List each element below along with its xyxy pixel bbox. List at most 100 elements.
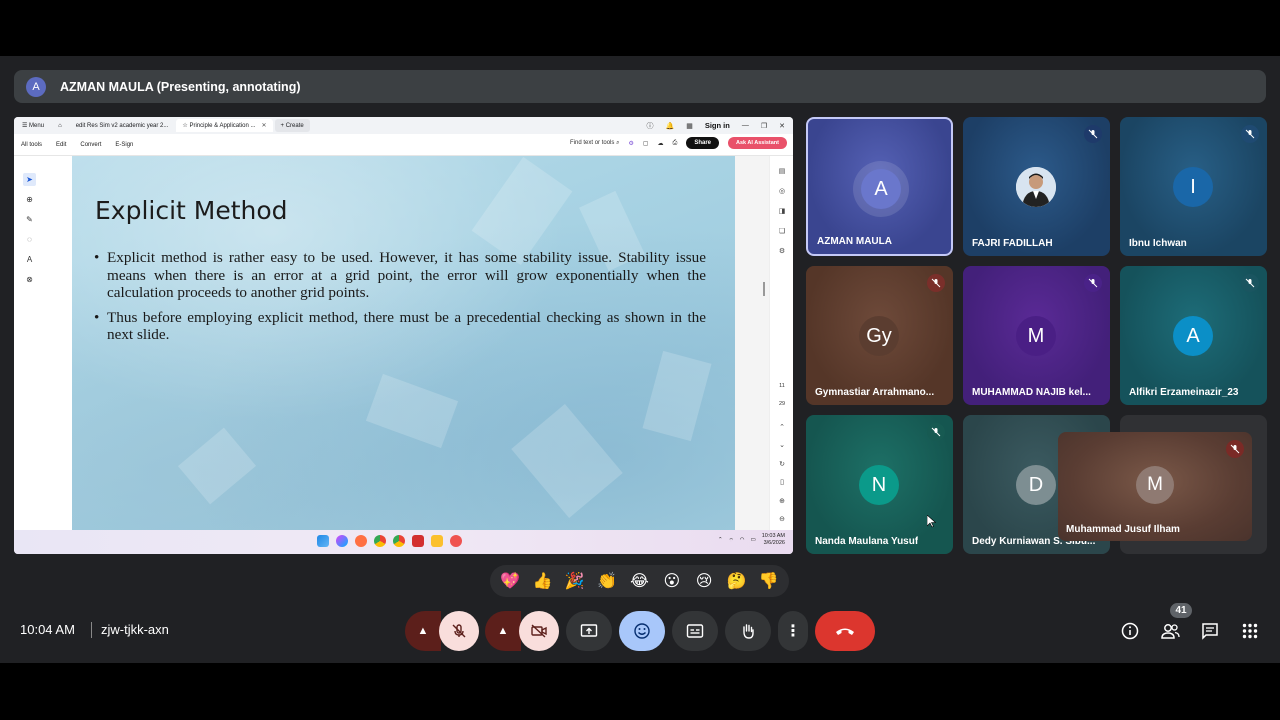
zoom-out-icon[interactable]: ⊖ <box>776 513 788 525</box>
text-box-icon[interactable]: A <box>23 253 36 266</box>
acrobat-icon[interactable] <box>412 535 424 547</box>
apps-icon[interactable]: ▦ <box>686 122 693 130</box>
ai-tools-icon[interactable]: ⚙ <box>628 140 633 147</box>
reaction-surprised[interactable]: 😮 <box>658 571 686 591</box>
print-icon[interactable]: ⎙ <box>673 140 678 147</box>
chevron-up-icon: ▲ <box>417 625 429 637</box>
meeting-time: 10:04 AM <box>20 622 75 637</box>
participant-tile[interactable]: I Ibnu Ichwan <box>1120 117 1267 256</box>
browser-tab-edit-res-sim[interactable]: edit Res Sim v2 academic year 2... <box>70 119 175 132</box>
help-icon[interactable]: ⓘ <box>647 121 654 131</box>
activities-button[interactable] <box>1238 619 1262 643</box>
mic-toggle-button[interactable] <box>439 611 479 651</box>
app-icon[interactable] <box>355 535 367 547</box>
video-options-button[interactable]: ▲ <box>485 611 521 651</box>
meeting-details-button[interactable] <box>1118 619 1142 643</box>
participant-name: Gymnastiar Arrahmano... <box>815 387 935 398</box>
present-icon <box>580 624 598 637</box>
sign-in-link[interactable]: Sign in <box>705 121 730 130</box>
participant-tile[interactable]: N Nanda Maulana Yusuf <box>806 415 953 554</box>
present-screen-button[interactable] <box>566 611 612 651</box>
upload-icon[interactable]: ☁ <box>658 140 664 147</box>
menu-edit[interactable]: Edit <box>56 142 66 148</box>
reaction-heart[interactable]: 💖 <box>496 571 524 591</box>
browser-tab-principle[interactable]: ☆ Principle & Application ... ✕ <box>176 119 273 132</box>
share-button[interactable]: Share <box>686 137 719 149</box>
close-tab-icon[interactable]: ✕ <box>262 122 267 129</box>
mic-off-icon <box>1084 274 1102 292</box>
stamp-icon[interactable]: ⊗ <box>23 273 36 286</box>
save-icon[interactable]: ▢ <box>643 140 649 147</box>
compass-icon[interactable]: ◎ <box>776 185 788 197</box>
close-window-icon[interactable]: ✕ <box>779 122 785 130</box>
scrollbar-thumb[interactable] <box>763 282 765 296</box>
menu-all-tools[interactable]: All tools <box>21 142 42 148</box>
camera-off-icon <box>531 624 547 638</box>
ask-ai-button[interactable]: Ask AI Assistant <box>728 137 787 149</box>
chevron-up-icon[interactable]: ⌃ <box>718 537 723 543</box>
browser-tab-strip: ☰ Menu ⌂ edit Res Sim v2 academic year 2… <box>14 117 793 134</box>
captions-button[interactable] <box>672 611 718 651</box>
menu-esign[interactable]: E-Sign <box>115 142 133 148</box>
divider <box>91 622 92 638</box>
chevron-up-icon[interactable]: ⌃ <box>776 421 788 433</box>
participant-tile[interactable]: FAJRI FADILLAH <box>963 117 1110 256</box>
participant-tile[interactable]: A Alfikri Erzameinazir_23 <box>1120 266 1267 405</box>
wifi-icon[interactable]: ◠ <box>740 537 745 543</box>
raise-hand-button[interactable] <box>725 611 771 651</box>
participant-tile[interactable]: Gy Gymnastiar Arrahmano... <box>806 266 953 405</box>
audio-options-button[interactable]: ▲ <box>405 611 441 651</box>
select-cursor-icon[interactable]: ➤ <box>23 173 36 186</box>
browser-menu[interactable]: ☰ Menu <box>16 119 50 132</box>
copy-icon[interactable]: ❏ <box>776 225 788 237</box>
home-tab[interactable]: ⌂ <box>52 119 68 132</box>
reaction-clap[interactable]: 👏 <box>593 571 621 591</box>
chevron-down-icon[interactable]: ⌄ <box>776 439 788 451</box>
create-tab-button[interactable]: + Create <box>274 119 310 132</box>
reaction-sad[interactable]: 😢 <box>690 571 718 591</box>
restore-icon[interactable]: ❐ <box>761 122 767 130</box>
folder-icon[interactable] <box>431 535 443 547</box>
chrome-icon[interactable] <box>393 535 405 547</box>
zoom-in-icon[interactable]: ⊕ <box>776 495 788 507</box>
zoom-icon[interactable]: ⊕ <box>23 193 36 206</box>
reaction-thumbs-up[interactable]: 👍 <box>528 571 556 591</box>
reaction-laugh[interactable]: 😂 <box>625 571 653 591</box>
lasso-icon[interactable]: ◌ <box>23 233 36 246</box>
leave-call-button[interactable] <box>815 611 875 651</box>
camera-toggle-button[interactable] <box>519 611 559 651</box>
bookmark-icon[interactable]: ◨ <box>776 205 788 217</box>
find-tools[interactable]: Find text or tools ⌕ <box>570 140 619 147</box>
reactions-button[interactable] <box>619 611 665 651</box>
pen-icon[interactable]: ✎ <box>23 213 36 226</box>
stage: A AZMAN MAULA (Presenting, annotating) ☰… <box>0 0 1280 720</box>
reaction-thinking[interactable]: 🤔 <box>722 571 750 591</box>
bell-icon[interactable]: 🔔 <box>666 122 675 130</box>
slide-bullets: Explicit method is rather easy to be use… <box>94 249 706 351</box>
participant-name: FAJRI FADILLAH <box>972 238 1053 249</box>
document-icon[interactable]: ▯ <box>776 476 788 488</box>
more-options-button[interactable]: ⋮ <box>778 611 808 651</box>
menu-convert[interactable]: Convert <box>80 142 101 148</box>
people-button[interactable] <box>1158 619 1182 643</box>
network-icon[interactable]: ⌔ <box>729 537 734 544</box>
refresh-icon[interactable]: ↻ <box>776 458 788 470</box>
participant-name: MUHAMMAD NAJIB kel... <box>972 387 1091 398</box>
battery-icon[interactable]: ▭ <box>751 537 756 543</box>
settings-icon[interactable]: ⚙ <box>776 245 788 257</box>
reaction-thumbs-down[interactable]: 👎 <box>755 571 783 591</box>
participant-tile[interactable]: A AZMAN MAULA <box>806 117 953 256</box>
chrome-icon[interactable] <box>374 535 386 547</box>
minimize-icon[interactable]: — <box>742 122 749 129</box>
participant-floating-tile[interactable]: M Muhammad Jusuf Ilham <box>1058 432 1252 541</box>
copilot-icon[interactable] <box>336 535 348 547</box>
current-page-number[interactable]: 11 <box>770 383 793 389</box>
media-icon[interactable] <box>450 535 462 547</box>
os-clock[interactable]: 10:03 AM 3/6/2026 <box>762 533 785 547</box>
reaction-party[interactable]: 🎉 <box>561 571 589 591</box>
participant-tile[interactable]: M MUHAMMAD NAJIB kel... <box>963 266 1110 405</box>
home-icon: ⌂ <box>58 122 62 129</box>
comment-icon[interactable]: ▤ <box>776 165 788 177</box>
windows-start-icon[interactable] <box>317 535 329 547</box>
chat-button[interactable] <box>1198 619 1222 643</box>
